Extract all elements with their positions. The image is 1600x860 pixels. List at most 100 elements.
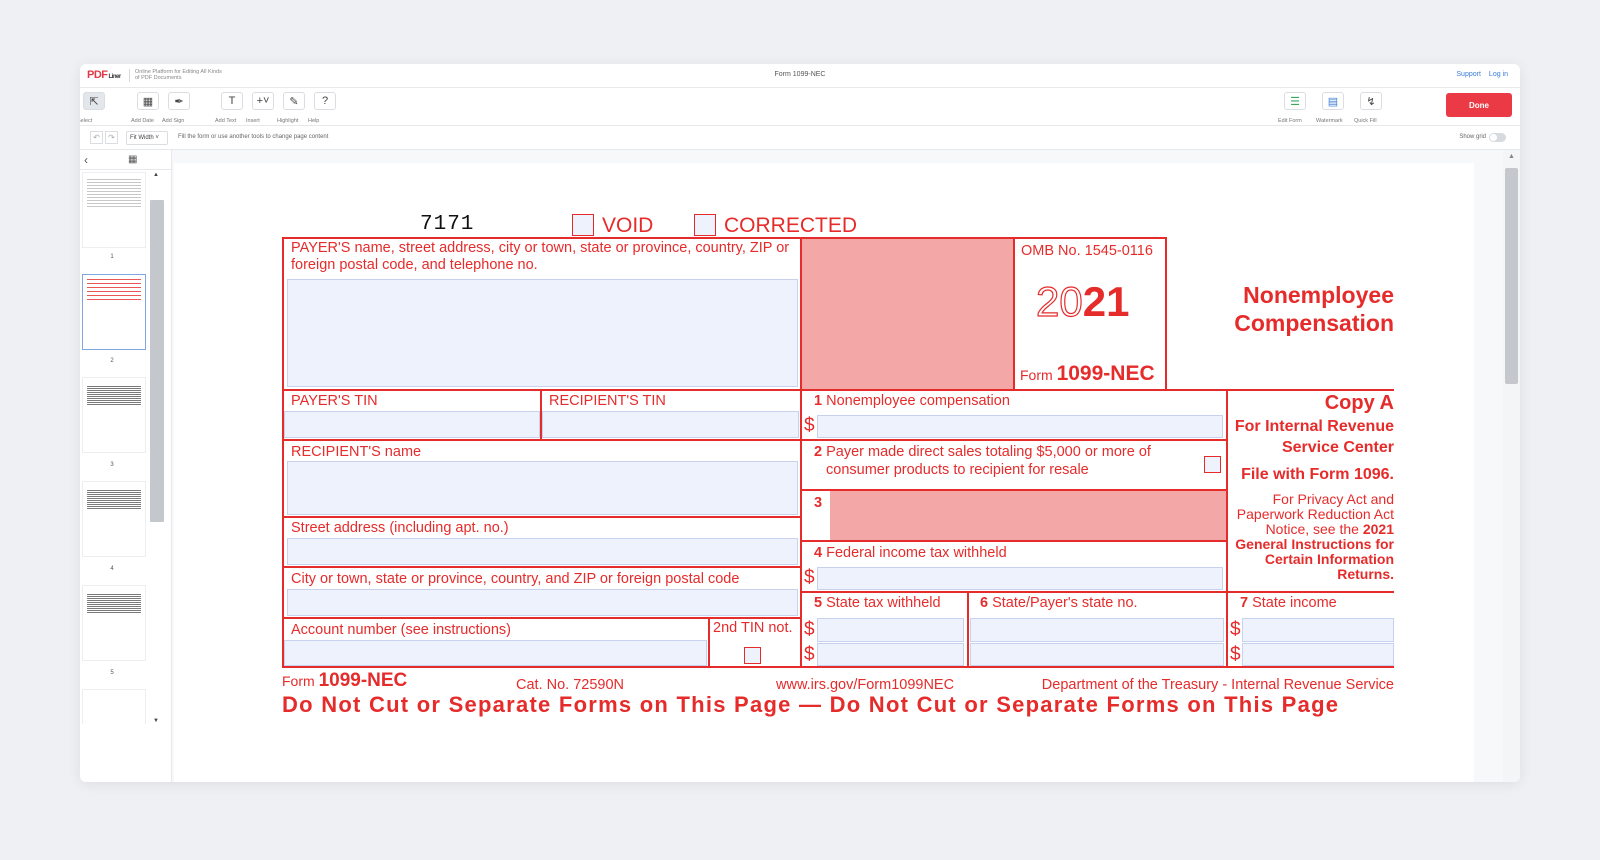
corrected-label: CORRECTED [724, 214, 858, 237]
app-window: PDFLiner Online Platform for Editing All… [80, 64, 1520, 782]
box3-number: 3 [814, 495, 823, 511]
thumbnail-scroll-thumb[interactable] [150, 200, 164, 522]
box5-field-2[interactable] [817, 643, 964, 666]
chevron-left-icon[interactable]: ‹ [84, 153, 88, 167]
second-tin-checkbox[interactable] [744, 647, 761, 664]
box7-field-1[interactable] [1242, 618, 1394, 642]
privacy-line-5: Certain Information [1264, 551, 1394, 567]
box1-field[interactable] [817, 415, 1223, 438]
highlight-tool[interactable]: ✎ Highlight [277, 92, 311, 124]
thumbnail-panel: 1 2 3 4 5 ▲ ▼ [80, 170, 172, 782]
zoom-value: Fit Width [130, 135, 154, 141]
rule [282, 566, 802, 568]
form-word: Form [1020, 367, 1053, 383]
payer-tin-field[interactable] [284, 411, 540, 438]
recipient-name-label: RECIPIENT'S name [291, 444, 422, 460]
edit-form-tool[interactable]: ☰ Edit Form [1278, 92, 1312, 124]
login-link[interactable]: Log in [1489, 71, 1508, 78]
thumbnail-preview [87, 279, 141, 303]
canvas-scroll-thumb[interactable] [1505, 168, 1518, 384]
privacy-line-3-text: Notice, see the [1265, 521, 1359, 537]
account-field[interactable] [284, 640, 707, 666]
select-tool[interactable]: ⇱ Select [80, 92, 111, 124]
page-number-4: 4 [110, 566, 114, 572]
void-checkbox[interactable] [572, 214, 594, 236]
thumbnail-scrollbar[interactable]: ▲ ▼ [150, 172, 164, 724]
recipient-name-field[interactable] [287, 461, 798, 515]
page-thumbnail-4[interactable] [82, 481, 146, 557]
add-text-tool[interactable]: T Add Text [215, 92, 249, 124]
second-tin-label: 2nd TIN not. [713, 620, 793, 636]
box1-dollar: $ [804, 415, 815, 436]
box3-shaded [830, 491, 1226, 541]
pages-icon[interactable]: ▦ [128, 154, 137, 165]
page-thumbnail-6[interactable] [82, 689, 146, 724]
privacy-year: 2021 [1362, 521, 1394, 537]
page-thumbnail-1[interactable] [82, 172, 146, 248]
street-field[interactable] [287, 538, 798, 565]
box4-field[interactable] [817, 567, 1223, 590]
help-tool[interactable]: ? Help [308, 92, 342, 124]
city-field[interactable] [287, 589, 798, 616]
thumbnail-header: ‹ ▦ [80, 150, 172, 170]
zoom-select[interactable]: Fit Width ˅ [126, 131, 168, 145]
privacy-line-6: Returns. [1337, 566, 1394, 582]
support-link[interactable]: Support [1456, 71, 1481, 78]
tax-year-bold: 21 [1082, 278, 1130, 325]
void-label: VOID [602, 214, 654, 237]
page-thumbnail-2[interactable] [82, 274, 146, 350]
box7-dollar-2: $ [1230, 644, 1241, 665]
form-code: 7171 [420, 213, 475, 236]
form-title: Nonemployee Compensation [1194, 281, 1394, 337]
document-title: Form 1099-NEC [774, 71, 826, 78]
quick-fill-tool[interactable]: ↯ Quick Fill [1354, 92, 1388, 124]
corrected-checkbox[interactable] [694, 214, 716, 236]
document-page: 7171 VOID CORRECTED PAYER'S name, street… [174, 163, 1474, 782]
show-grid-toggle[interactable] [1489, 133, 1506, 142]
page-thumbnail-3[interactable] [82, 377, 146, 453]
form-1099-nec: 7171 VOID CORRECTED PAYER'S name, street… [174, 163, 1474, 782]
rule [800, 540, 1228, 542]
page-thumbnail-5[interactable] [82, 585, 146, 661]
chevron-down-icon: ˅ [155, 135, 159, 141]
done-button[interactable]: Done [1446, 93, 1512, 117]
redo-button[interactable]: ↷ [105, 131, 118, 144]
canvas-scrollbar[interactable]: ▲ [1503, 150, 1520, 782]
rule [282, 516, 802, 518]
box2-label: 2 Payer made direct sales totaling $5,00… [814, 444, 1194, 461]
toolbar: ⇱ Select ▦ Add Date ✒ Add Sign T Add Tex… [80, 88, 1520, 126]
undo-button[interactable]: ↶ [90, 131, 103, 144]
tax-year-outline: 20 [1035, 278, 1083, 325]
rule [708, 617, 710, 668]
box6-field-2[interactable] [970, 643, 1224, 666]
page-number-1: 1 [110, 254, 114, 260]
box6-field-1[interactable] [970, 618, 1224, 642]
highlight-icon: ✎ [283, 92, 305, 110]
box5-label: 5 State tax withheld [814, 595, 941, 612]
watermark-tool[interactable]: ▤ Watermark [1316, 92, 1350, 124]
box7-text: State income [1252, 595, 1337, 611]
box7-label: 7 State income [1240, 595, 1337, 612]
box1-text: Nonemployee compensation [826, 393, 1010, 409]
box5-field-1[interactable] [817, 618, 964, 642]
box1-label: 1 Nonemployee compensation [814, 393, 1010, 410]
thumbnail-preview [87, 594, 141, 614]
copy-a-block: Copy A For Internal Revenue Service Cent… [1228, 391, 1394, 582]
scroll-down-icon[interactable]: ▼ [153, 718, 159, 724]
title-line-1: Nonemployee [1243, 282, 1394, 308]
payer-field[interactable] [287, 279, 798, 387]
scroll-up-icon[interactable]: ▲ [1508, 153, 1515, 160]
privacy-line-4: General Instructions for [1235, 536, 1394, 552]
privacy-line-2: Paperwork Reduction Act [1236, 506, 1394, 522]
omb-number: OMB No. 1545-0116 [1021, 243, 1153, 259]
box4-label: 4 Federal income tax withheld [814, 545, 1007, 562]
add-sign-tool[interactable]: ✒ Add Sign [162, 92, 196, 124]
add-date-tool[interactable]: ▦ Add Date [131, 92, 165, 124]
box7-field-2[interactable] [1242, 643, 1394, 666]
rule [1165, 237, 1167, 391]
recipient-tin-field[interactable] [542, 411, 799, 438]
scroll-up-icon[interactable]: ▲ [153, 172, 159, 178]
insert-tool[interactable]: +˅ Insert [246, 92, 280, 124]
box2-checkbox[interactable] [1204, 456, 1221, 473]
box3-label: 3 [814, 495, 822, 512]
